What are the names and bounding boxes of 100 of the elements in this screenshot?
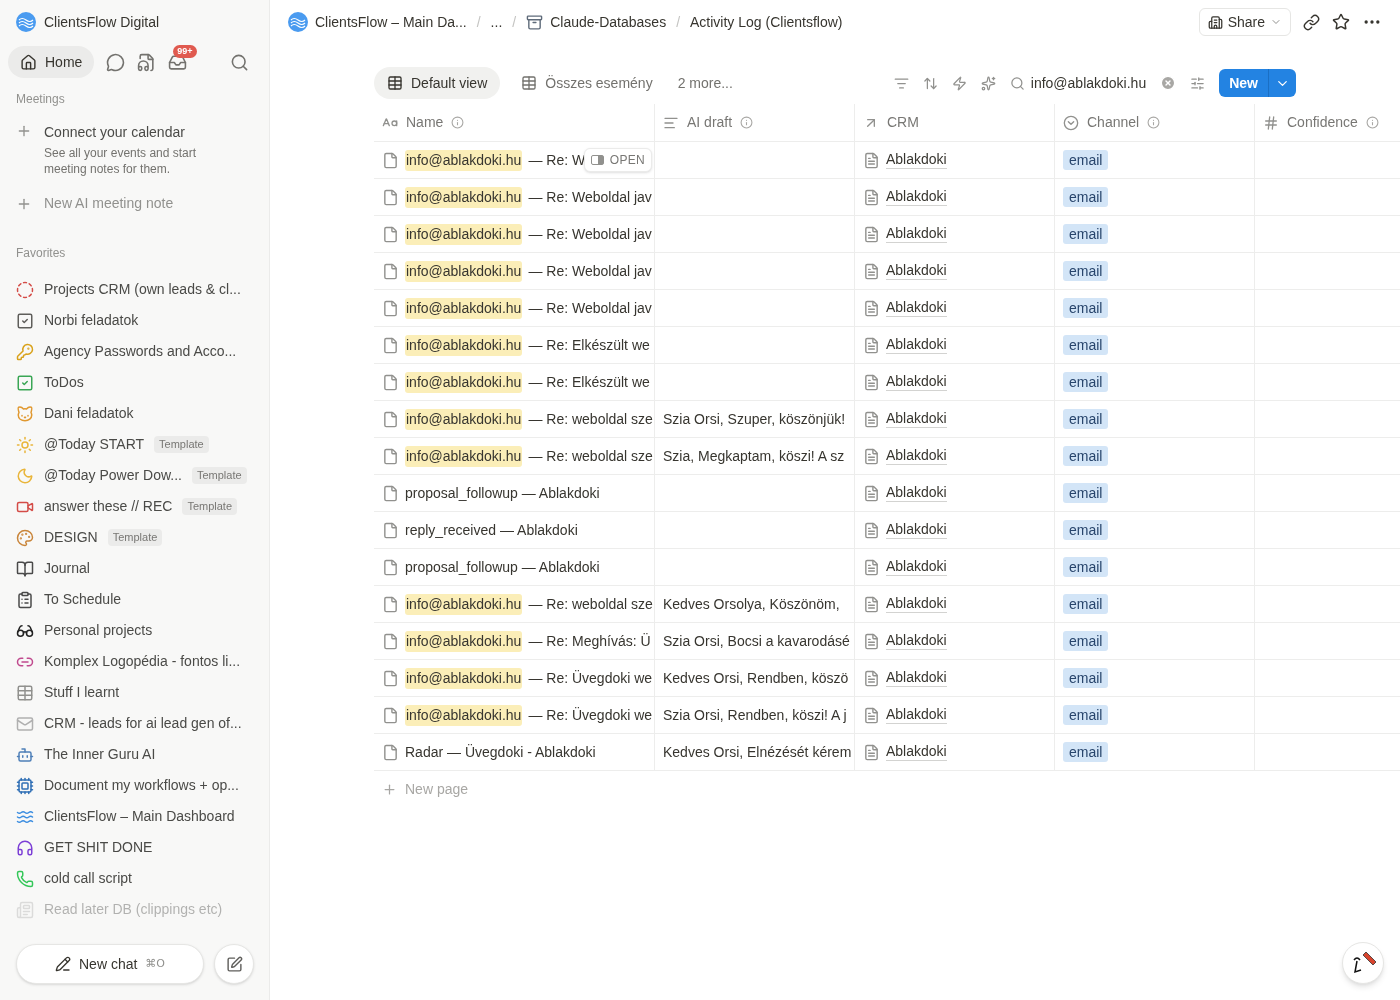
lightning-icon[interactable]: [951, 75, 967, 91]
favorite-item[interactable]: Personal projects: [8, 615, 261, 646]
key-icon: [16, 342, 34, 361]
relation-link[interactable]: Ablakdoki: [886, 151, 947, 169]
table-cell[interactable]: info@ablakdoki.hu — Re: Üvegdoki we: [374, 697, 654, 733]
favorite-item[interactable]: answer these // REC Template: [8, 491, 261, 522]
relation-link[interactable]: Ablakdoki: [886, 706, 947, 724]
favorite-item[interactable]: @Today Power Dow... Template: [8, 460, 261, 491]
relation-link[interactable]: Ablakdoki: [886, 188, 947, 206]
favorite-item[interactable]: @Today START Template: [8, 429, 261, 460]
favorite-item[interactable]: CRM - leads for ai lead gen of...: [8, 708, 261, 739]
page-icon: [382, 373, 399, 391]
chat-icon[interactable]: [106, 52, 126, 72]
table-cell[interactable]: Radar — Üvegdoki - Ablakdoki: [374, 734, 654, 770]
workspace-name[interactable]: ClientsFlow Digital: [44, 11, 160, 33]
relation-link[interactable]: Ablakdoki: [886, 558, 947, 576]
table-cell[interactable]: info@ablakdoki.hu — Re: Elkészült we: [374, 327, 654, 363]
home-button[interactable]: Home: [8, 46, 95, 78]
breadcrumb[interactable]: ClientsFlow – Main Da...: [288, 11, 467, 33]
relation-link[interactable]: Ablakdoki: [886, 262, 947, 280]
new-chat-button[interactable]: New chat ⌘O: [16, 944, 204, 984]
view-tab[interactable]: Default view: [374, 67, 501, 99]
favorite-item[interactable]: ToDos: [8, 367, 261, 398]
compose-button[interactable]: [214, 944, 254, 984]
favorite-item[interactable]: Norbi feladatok: [8, 305, 261, 336]
table-cell[interactable]: proposal_followup — Ablakdoki: [374, 475, 654, 511]
view-tab[interactable]: Összes esemény: [508, 67, 666, 99]
table-cell[interactable]: info@ablakdoki.hu — Re: Weboldal jav: [374, 290, 654, 326]
relation-link[interactable]: Ablakdoki: [886, 669, 947, 687]
column-header[interactable]: Name: [374, 104, 654, 141]
table-icon: [521, 75, 538, 91]
relation-link[interactable]: Ablakdoki: [886, 373, 947, 391]
favorite-item[interactable]: Journal: [8, 553, 261, 584]
favorite-item[interactable]: Agency Passwords and Acco...: [8, 336, 261, 367]
page-icon: [382, 669, 399, 687]
breadcrumb[interactable]: Activity Log (Clientsflow): [690, 11, 843, 33]
table-cell[interactable]: info@ablakdoki.hu — Re: Weboldal jav: [374, 253, 654, 289]
table-cell[interactable]: reply_received — Ablakdoki: [374, 512, 654, 548]
breadcrumb[interactable]: Claude-Databases: [526, 11, 667, 33]
favorite-item[interactable]: Document my workflows + op...: [8, 770, 261, 801]
meeting-notes-icon[interactable]: [137, 52, 157, 72]
star-icon[interactable]: [1332, 13, 1350, 31]
assistant-button[interactable]: [1342, 942, 1384, 984]
more-views-link[interactable]: 2 more...: [677, 72, 733, 94]
page-icon: [382, 336, 399, 354]
table-cell[interactable]: info@ablakdoki.hu — Re: Weboldal jav: [374, 179, 654, 215]
relation-link[interactable]: Ablakdoki: [886, 595, 947, 613]
robot-icon: [16, 745, 34, 764]
inbox-icon[interactable]: [168, 52, 188, 72]
relation-link[interactable]: Ablakdoki: [886, 632, 947, 650]
favorite-item[interactable]: Dani feladatok: [8, 398, 261, 429]
clear-icon[interactable]: [1160, 75, 1177, 91]
share-button[interactable]: Share: [1198, 8, 1291, 36]
open-button[interactable]: OPEN: [583, 148, 652, 172]
search-icon[interactable]: [230, 52, 249, 72]
table-cell[interactable]: info@ablakdoki.hu — Re: Üvegdoki we: [374, 660, 654, 696]
column-header[interactable]: CRM: [854, 104, 1054, 141]
page-icon: [382, 632, 399, 650]
favorite-item[interactable]: GET SHIT DONE: [8, 832, 261, 863]
relation-link[interactable]: Ablakdoki: [886, 447, 947, 465]
relation-link[interactable]: Ablakdoki: [886, 225, 947, 243]
table-cell[interactable]: info@ablakdoki.hu — Re: Meghívás: Ü: [374, 623, 654, 659]
column-header[interactable]: AI draft: [654, 104, 854, 141]
favorite-item[interactable]: The Inner Guru AI: [8, 739, 261, 770]
connect-calendar-link[interactable]: Connect your calendar: [44, 122, 214, 143]
search-highlight: info@ablakdoki.hu: [405, 297, 523, 319]
sort-icon[interactable]: [922, 75, 938, 91]
calendar-description: See all your events and start meeting notes for them.: [44, 145, 198, 177]
breadcrumb[interactable]: ...: [490, 11, 503, 33]
table-cell[interactable]: proposal_followup — Ablakdoki: [374, 549, 654, 585]
favorite-item[interactable]: Stuff I learnt: [8, 677, 261, 708]
favorite-item[interactable]: cold call script: [8, 863, 261, 894]
table-cell[interactable]: info@ablakdoki.hu — Re: Elkészült we: [374, 364, 654, 400]
table-cell[interactable]: info@ablakdoki.hu — Re: W OPEN: [374, 142, 654, 178]
relation-link[interactable]: Ablakdoki: [886, 484, 947, 502]
search-field[interactable]: info@ablakdoki.hu: [1009, 72, 1177, 94]
favorite-item[interactable]: Komplex Logopédia - fontos li...: [8, 646, 261, 677]
table-cell[interactable]: info@ablakdoki.hu — Re: weboldal sze: [374, 438, 654, 474]
table-icon: [387, 75, 403, 91]
column-header[interactable]: Channel: [1054, 104, 1254, 141]
channel-tag: email: [1063, 483, 1109, 503]
favorite-item[interactable]: Projects CRM (own leads & cl...: [8, 274, 261, 305]
settings-icon[interactable]: [1190, 75, 1206, 91]
new-button[interactable]: New: [1219, 69, 1296, 97]
favorite-item[interactable]: ClientsFlow – Main Dashboard: [8, 801, 261, 832]
column-header[interactable]: Confidence: [1254, 104, 1400, 141]
relation-link[interactable]: Ablakdoki: [886, 299, 947, 317]
table-cell[interactable]: info@ablakdoki.hu — Re: Weboldal jav: [374, 216, 654, 252]
favorite-item[interactable]: DESIGN Template: [8, 522, 261, 553]
search-highlight: info@ablakdoki.hu: [405, 260, 523, 282]
filter-icon[interactable]: [893, 75, 909, 91]
table-cell[interactable]: info@ablakdoki.hu — Re: weboldal sze: [374, 586, 654, 622]
link-icon[interactable]: [1303, 13, 1320, 31]
sparkle-icon[interactable]: [980, 75, 996, 91]
relation-link[interactable]: Ablakdoki: [886, 336, 947, 354]
favorite-item[interactable]: To Schedule: [8, 584, 261, 615]
relation-link[interactable]: Ablakdoki: [886, 410, 947, 428]
relation-link[interactable]: Ablakdoki: [886, 743, 947, 761]
table-cell[interactable]: info@ablakdoki.hu — Re: weboldal sze: [374, 401, 654, 437]
relation-link[interactable]: Ablakdoki: [886, 521, 947, 539]
